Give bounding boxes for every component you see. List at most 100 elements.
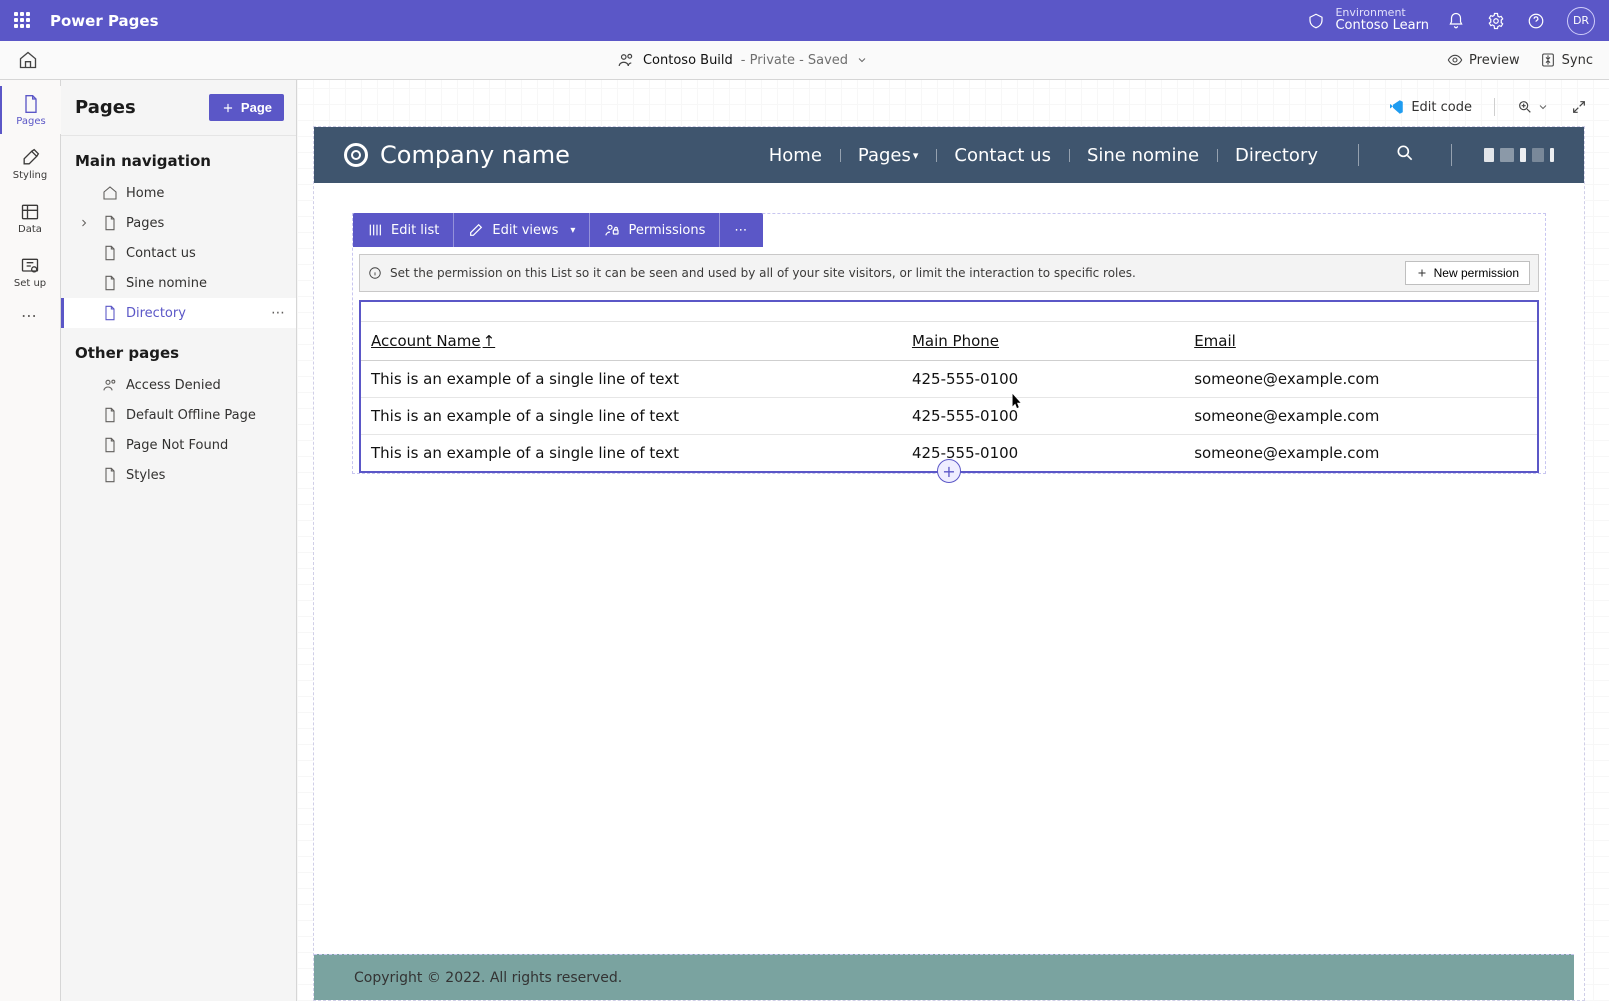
rail-styling[interactable]: Styling (0, 140, 61, 188)
page-icon (102, 467, 118, 483)
environment-value: Contoso Learn (1335, 18, 1429, 34)
new-permission-label: New permission (1434, 266, 1519, 280)
edit-code-button[interactable]: Edit code (1387, 98, 1472, 116)
chevron-right-icon[interactable] (78, 217, 90, 229)
site-nav: Company name Home Pages▾ Contact us Sine… (314, 127, 1584, 183)
nav-item-contact[interactable]: Contact us (61, 238, 296, 268)
preview-button[interactable]: Preview (1447, 52, 1520, 68)
other-item-notfound[interactable]: Page Not Found (61, 430, 296, 460)
nav-item-label: Pages (126, 216, 164, 231)
site-menu: Home Pages▾ Contact us Sine nomine Direc… (751, 145, 1336, 166)
other-item-styles[interactable]: Styles (61, 460, 296, 490)
site-switcher[interactable]: Contoso Build - Private - Saved (38, 51, 1447, 69)
nav-item-label: Contact us (126, 246, 196, 261)
page-icon (21, 94, 41, 114)
col-email[interactable]: Email (1184, 322, 1537, 361)
vscode-icon (1387, 98, 1405, 116)
sync-label: Sync (1562, 53, 1593, 68)
cell-email: someone@example.com (1184, 435, 1537, 472)
rail-setup[interactable]: Set up (0, 248, 61, 296)
environment-picker[interactable]: Environment Contoso Learn (1307, 7, 1429, 34)
search-icon (1395, 143, 1415, 163)
nav-item-directory[interactable]: Directory ⋯ (61, 298, 296, 328)
gear-icon[interactable] (1487, 12, 1505, 30)
help-icon[interactable] (1527, 12, 1545, 30)
site-search[interactable] (1381, 143, 1429, 167)
zoom-control[interactable] (1517, 99, 1549, 115)
table-row[interactable]: This is an example of a single line of t… (361, 361, 1537, 398)
table-icon (20, 202, 40, 222)
tb-permissions[interactable]: Permissions (589, 213, 719, 247)
site-status: - Private - Saved (741, 53, 848, 68)
environment-label: Environment (1335, 7, 1429, 18)
add-section-below[interactable]: + (937, 459, 961, 483)
main-nav-tree: Home Pages Contact us Sine nomine Direct… (61, 178, 296, 328)
chevron-down-icon (1537, 101, 1549, 113)
permission-notice-bar: Set the permission on this List so it ca… (359, 254, 1539, 292)
rail-pages[interactable]: Pages (0, 86, 61, 134)
bell-icon[interactable] (1447, 12, 1465, 30)
site-preview: Company name Home Pages▾ Contact us Sine… (313, 126, 1585, 1001)
site-brand[interactable]: Company name (344, 141, 570, 169)
table-row[interactable]: This is an example of a single line of t… (361, 398, 1537, 435)
eye-icon (1447, 52, 1463, 68)
app-launcher-icon[interactable] (14, 12, 32, 30)
rail-pages-label: Pages (16, 116, 45, 127)
table-header-row: Account Name↑ Main Phone Email (361, 322, 1537, 361)
add-page-label: Page (241, 100, 272, 115)
other-item-access-denied[interactable]: Access Denied (61, 370, 296, 400)
tb-label: Edit views (492, 223, 558, 238)
canvas: Edit code Company name Home Pages▾ Conta… (297, 80, 1609, 1001)
menu-sine[interactable]: Sine nomine (1069, 145, 1217, 166)
cell-name: This is an example of a single line of t… (361, 435, 902, 472)
edit-icon (468, 222, 484, 238)
avatar[interactable]: DR (1567, 7, 1595, 35)
rail-data[interactable]: Data (0, 194, 61, 242)
new-permission-button[interactable]: New permission (1405, 261, 1530, 285)
section-main-nav: Main navigation (61, 136, 296, 178)
expand-icon[interactable] (1571, 99, 1587, 115)
tb-more[interactable]: ⋯ (719, 213, 763, 247)
menu-directory[interactable]: Directory (1217, 145, 1336, 166)
page-icon (102, 305, 118, 321)
permission-notice-text: Set the permission on this List so it ca… (390, 266, 1136, 280)
data-table: Account Name↑ Main Phone Email This is a… (359, 300, 1539, 473)
add-page-button[interactable]: Page (209, 94, 284, 121)
edit-code-label: Edit code (1411, 100, 1472, 115)
home-icon[interactable] (18, 50, 38, 70)
page-icon (102, 275, 118, 291)
other-item-label: Default Offline Page (126, 408, 256, 423)
rail-styling-label: Styling (13, 170, 47, 181)
tb-edit-views[interactable]: Edit views ▾ (453, 213, 589, 247)
col-main-phone[interactable]: Main Phone (902, 322, 1184, 361)
page-icon (102, 407, 118, 423)
chevron-down-icon (856, 54, 868, 66)
tb-label: Permissions (628, 223, 705, 238)
col-account-name[interactable]: Account Name↑ (361, 322, 902, 361)
sync-button[interactable]: Sync (1540, 52, 1593, 68)
menu-home[interactable]: Home (751, 145, 840, 166)
site-brand-label: Company name (380, 141, 570, 169)
other-item-offline[interactable]: Default Offline Page (61, 400, 296, 430)
nav-item-pages[interactable]: Pages (61, 208, 296, 238)
home-icon (102, 185, 118, 201)
sync-icon (1540, 52, 1556, 68)
app-bar: Power Pages Environment Contoso Learn DR (0, 0, 1609, 41)
nav-item-sine[interactable]: Sine nomine (61, 268, 296, 298)
nav-item-more[interactable]: ⋯ (271, 305, 286, 321)
permissions-icon (604, 222, 620, 238)
cell-phone: 425-555-0100 (902, 361, 1184, 398)
tb-edit-list[interactable]: Edit list (353, 213, 453, 247)
nav-item-label: Directory (126, 306, 186, 321)
rail-more[interactable]: ⋯ (21, 306, 39, 325)
list-component[interactable]: Edit list Edit views ▾ Permissions ⋯ (352, 213, 1546, 474)
nav-item-home[interactable]: Home (61, 178, 296, 208)
preview-label: Preview (1469, 53, 1520, 68)
nav-item-label: Sine nomine (126, 276, 207, 291)
setup-icon (20, 256, 40, 276)
menu-contact[interactable]: Contact us (936, 145, 1069, 166)
pages-panel-title: Pages (75, 97, 136, 118)
menu-pages[interactable]: Pages▾ (840, 145, 937, 166)
other-item-label: Styles (126, 468, 165, 483)
other-item-label: Access Denied (126, 378, 221, 393)
